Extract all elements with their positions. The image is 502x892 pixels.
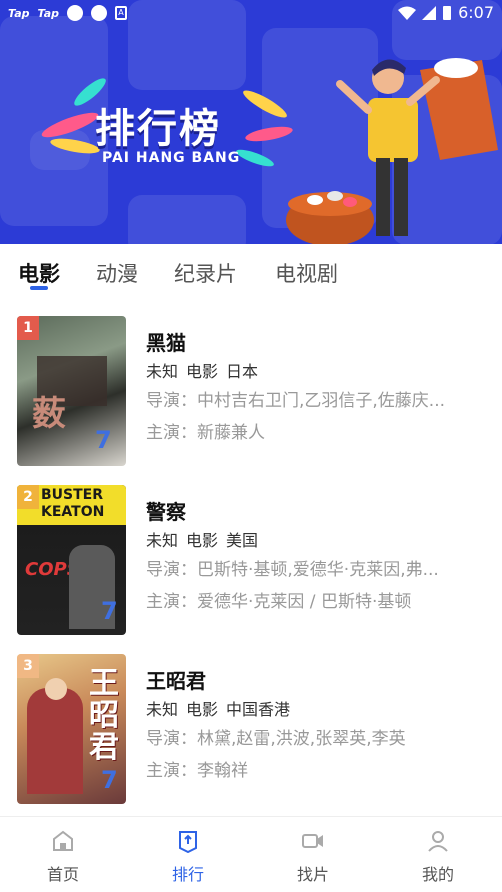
signal-icon [422, 5, 437, 20]
video-camera-icon [302, 834, 323, 848]
item-title[interactable]: 黑猫 [146, 328, 486, 358]
item-meta: 未知 电影 中国香港 [146, 697, 486, 723]
nav-label: 我的 [421, 865, 454, 884]
rank-badge: 3 [17, 654, 39, 678]
item-title[interactable]: 警察 [146, 497, 486, 527]
meta-year: 未知 [146, 362, 179, 381]
nav-label: 首页 [46, 865, 79, 884]
tab-documentary[interactable]: 纪录片 [174, 258, 237, 288]
nav-label: 排行 [171, 865, 204, 884]
home-icon [53, 830, 73, 851]
notification-icon [91, 5, 107, 21]
list-item[interactable]: 薮 7 1 黑猫 未知 电影 日本 导演：中村吉右卫门,乙羽信子,佐藤庆... 主演… [0, 316, 502, 466]
ranking-banner: Tap Tap A 6:07 排行榜 PAI HANG BANG [0, 0, 502, 244]
nav-label: 找片 [296, 865, 329, 884]
item-cast: 主演：爱德华·克莱因 / 巴斯特·基顿 [146, 592, 412, 612]
meta-type: 电影 [186, 362, 219, 381]
meta-region: 日本 [226, 362, 259, 381]
meta-year: 未知 [146, 700, 179, 719]
tab-tv-series[interactable]: 电视剧 [275, 258, 338, 288]
meta-type: 电影 [186, 531, 219, 550]
ranking-icon [179, 831, 197, 853]
meta-year: 未知 [146, 531, 179, 550]
tab-anime[interactable]: 动漫 [96, 258, 138, 288]
poster-image[interactable]: 王昭君 7 3 [17, 654, 126, 804]
item-director: 导演：中村吉右卫门,乙羽信子,佐藤庆... [146, 391, 446, 411]
item-title[interactable]: 王昭君 [146, 666, 486, 696]
person-illustration [286, 58, 498, 244]
tab-indicator [30, 286, 48, 290]
user-icon [428, 831, 448, 852]
category-tabs: 电影 动漫 纪录片 电视剧 [0, 244, 502, 304]
item-director: 导演：林黛,赵雷,洪波,张翠英,李英 [146, 729, 406, 749]
nav-profile[interactable]: 我的 [398, 829, 478, 885]
nav-home[interactable]: 首页 [23, 829, 103, 885]
item-cast: 主演：新藤兼人 [146, 423, 265, 443]
item-director: 导演：巴斯特·基顿,爱德华·克莱因,弗... [146, 560, 439, 580]
nav-find[interactable]: 找片 [273, 829, 353, 885]
status-label: Tap [8, 6, 30, 20]
poster-image[interactable]: BUSTER KEATON COPS! 7 2 [17, 485, 126, 635]
item-cast: 主演：李翰祥 [146, 761, 248, 781]
status-label: Tap [37, 6, 60, 20]
notification-icon: A [115, 6, 127, 20]
battery-icon [443, 5, 452, 20]
item-meta: 未知 电影 美国 [146, 528, 486, 554]
status-time: 6:07 [458, 3, 494, 22]
notification-icon [67, 5, 83, 21]
meta-region: 美国 [226, 531, 259, 550]
list-item[interactable]: 王昭君 7 3 王昭君 未知 电影 中国香港 导演：林黛,赵雷,洪波,张翠英,李英 … [0, 654, 502, 804]
wifi-icon [398, 6, 417, 20]
bottom-navigation: 首页 排行 找片 我的 [0, 816, 502, 892]
meta-type: 电影 [186, 700, 219, 719]
status-bar: Tap Tap A 6:07 [0, 0, 502, 26]
ranking-logo: 排行榜 PAI HANG BANG [39, 74, 294, 188]
tab-movie[interactable]: 电影 [18, 258, 60, 288]
rank-badge: 1 [17, 316, 39, 340]
meta-region: 中国香港 [226, 700, 291, 719]
poster-image[interactable]: 薮 7 1 [17, 316, 126, 466]
list-item[interactable]: BUSTER KEATON COPS! 7 2 警察 未知 电影 美国 导演：巴斯特·… [0, 485, 502, 635]
nav-ranking[interactable]: 排行 [148, 829, 228, 885]
logo-title: 排行榜 [95, 106, 221, 152]
rank-badge: 2 [17, 485, 39, 509]
logo-subtitle: PAI HANG BANG [102, 150, 241, 166]
item-meta: 未知 电影 日本 [146, 359, 486, 385]
